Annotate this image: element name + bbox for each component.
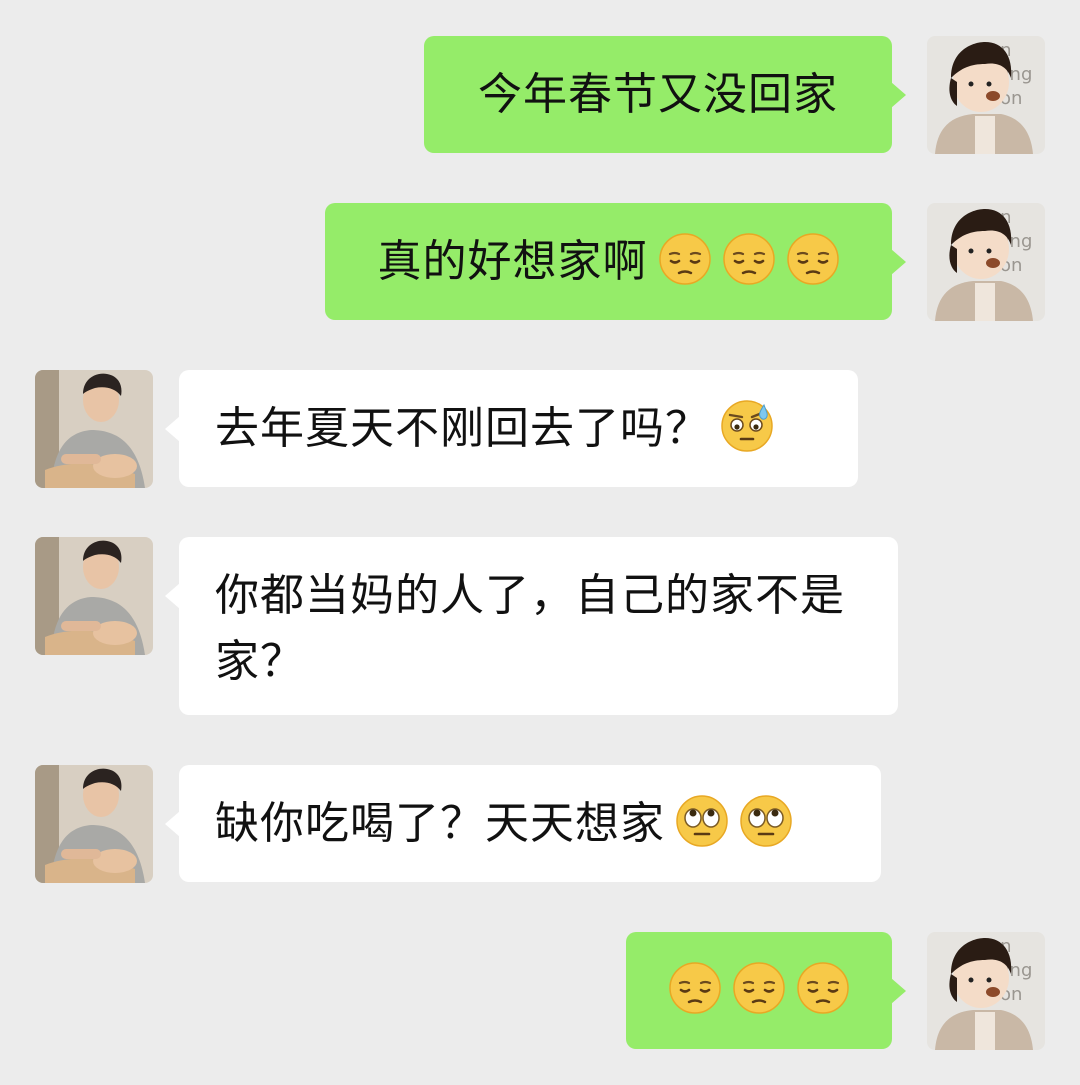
man-avatar-icon	[35, 370, 153, 488]
message-bubble-received[interactable]: 缺你吃喝了？天天想家	[165, 765, 881, 882]
girl-avatar-icon	[927, 36, 1045, 154]
bubble-tail	[891, 82, 906, 108]
bubble-tail	[165, 583, 180, 609]
avatar-contact[interactable]	[35, 370, 153, 488]
avatar-me[interactable]	[927, 932, 1045, 1050]
message-text: 你都当妈的人了，自己的家不是家？	[215, 570, 845, 687]
message-bubble-sent[interactable]	[626, 932, 906, 1049]
avatar-contact[interactable]	[35, 765, 153, 883]
pensive-face-icon	[722, 232, 776, 286]
man-avatar-icon	[35, 765, 153, 883]
pensive-face-icon	[796, 961, 850, 1015]
bubble-tail	[891, 978, 906, 1004]
message-text: 今年春节又没回家	[478, 68, 838, 120]
message-bubble-sent[interactable]: 今年春节又没回家	[424, 36, 906, 153]
bubble-tail	[165, 416, 180, 442]
man-avatar-icon	[35, 537, 153, 655]
avatar-me[interactable]	[927, 203, 1045, 321]
avatar-contact[interactable]	[35, 537, 153, 655]
eye-roll-face-icon	[739, 794, 793, 848]
sweat-face-icon	[720, 399, 774, 453]
message-bubble-received[interactable]: 你都当妈的人了，自己的家不是家？	[165, 537, 898, 715]
eye-roll-face-icon	[675, 794, 729, 848]
bubble-tail	[165, 811, 180, 837]
bubble-tail	[891, 249, 906, 275]
pensive-face-icon	[658, 232, 712, 286]
pensive-face-icon	[732, 961, 786, 1015]
pensive-face-icon	[668, 961, 722, 1015]
message-bubble-received[interactable]: 去年夏天不刚回去了吗？	[165, 370, 858, 487]
pensive-face-icon	[786, 232, 840, 286]
message-text: 去年夏天不刚回去了吗？	[215, 402, 710, 454]
girl-avatar-icon	[927, 203, 1045, 321]
girl-avatar-icon	[927, 932, 1045, 1050]
message-text: 真的好想家啊	[377, 235, 648, 287]
message-bubble-sent[interactable]: 真的好想家啊	[325, 203, 906, 320]
message-text: 缺你吃喝了？天天想家	[215, 797, 665, 849]
avatar-me[interactable]	[927, 36, 1045, 154]
